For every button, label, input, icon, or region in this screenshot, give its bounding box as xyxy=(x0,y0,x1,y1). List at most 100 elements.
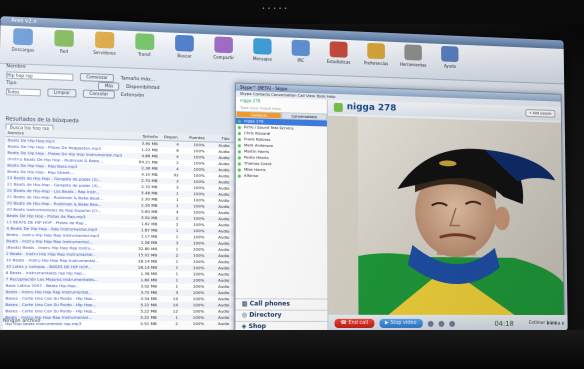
online-status-icon xyxy=(237,131,241,135)
phone-icon: ▦ xyxy=(241,300,250,308)
contact-list: nigga 278 Echo / Sound Test Service Chris … xyxy=(235,117,327,181)
toolbar-button-9[interactable]: Preferencias xyxy=(361,42,391,67)
cell-av: 2 xyxy=(175,320,178,327)
toolbar-label: Preferencias xyxy=(364,60,389,67)
laptop-screen: Ares v2.x Descargas Red Servidores Transf. B… xyxy=(0,16,568,332)
cell-q: 100% xyxy=(192,320,205,327)
col-size[interactable]: Tamaño xyxy=(126,132,158,140)
toolbar-button-8[interactable]: Estadísticas xyxy=(324,41,354,65)
toolbar-button-1[interactable]: Red xyxy=(48,29,80,54)
hangup-icon: ☎ xyxy=(340,319,349,326)
call-timer: 04:18 xyxy=(494,319,514,328)
call-contact-name: nigga 278 xyxy=(346,102,397,114)
network-icon xyxy=(54,29,74,47)
directory-link[interactable]: ◎ Directory xyxy=(235,309,328,321)
online-status-icon xyxy=(237,137,241,141)
toolbar-label: Transf. xyxy=(137,51,152,58)
contact-name: Alfonso xyxy=(243,172,259,179)
contact-name: Frank Rotoros xyxy=(243,136,271,142)
dialpad-icon[interactable] xyxy=(448,320,455,327)
contact-name: Pedro Hilario xyxy=(243,154,269,161)
search-option-2: Disponibilidad xyxy=(126,84,160,91)
toolbar-label: Buscar xyxy=(177,53,192,59)
search-name-label: Nombre xyxy=(6,63,26,70)
messages-icon xyxy=(253,38,272,55)
help-icon xyxy=(441,45,459,63)
col-availability[interactable]: Dispon. xyxy=(158,133,179,141)
stop-video-label: Stop video xyxy=(390,319,417,326)
skype-sidebar: nigga 278 Type your mood here Contacts C… xyxy=(235,96,329,332)
online-status-icon xyxy=(237,174,241,178)
stats-icon xyxy=(329,41,348,58)
toolbar-label: Descargas xyxy=(11,46,35,53)
cell-size: 5.51 MB xyxy=(140,320,157,327)
contact-name: Martin Harris xyxy=(243,148,270,155)
toolbar-label: Estadísticas xyxy=(326,58,351,65)
webcam-label: • • • • • xyxy=(262,6,288,12)
search-option-3: Extensión xyxy=(120,92,145,99)
download-icon xyxy=(13,28,33,46)
transfer-icon xyxy=(135,33,155,51)
toolbar-button-4[interactable]: Buscar xyxy=(169,34,200,59)
toolbar-button-7[interactable]: IRC xyxy=(286,39,316,63)
toolbar-label: Herramientas xyxy=(399,61,427,68)
toolbar-label: Red xyxy=(59,48,69,54)
add-people-button[interactable]: + Add people xyxy=(524,109,556,118)
call-panel: nigga 278 + Add people ☎ End call ▶ Stop… xyxy=(327,99,568,332)
irc-icon xyxy=(291,39,310,57)
search-cancel-button[interactable]: Cancelar xyxy=(82,89,115,99)
contact-item[interactable]: Alfonso xyxy=(236,173,327,181)
stop-video-button[interactable]: ▶ Stop video xyxy=(378,318,423,328)
tools-icon xyxy=(404,44,422,61)
toolbar-button-2[interactable]: Servidores xyxy=(89,31,121,56)
online-status-icon xyxy=(237,143,241,147)
results-table: Nombre Tamaño Dispon. Puentes Tipo Beats… xyxy=(2,128,234,330)
contact-name: Mark Anderson xyxy=(243,142,274,149)
toolbar-button-10[interactable]: Herramientas xyxy=(399,44,428,68)
video-feed xyxy=(327,115,564,316)
status-bar-right: Estimar búsq. xyxy=(528,320,559,326)
mute-icon[interactable] xyxy=(427,320,434,327)
photo-scene: • • • • • Ares v2.x Descargas Red Servidor… xyxy=(0,0,584,369)
contact-name: Mike Harris xyxy=(243,166,266,173)
search-icon xyxy=(175,34,194,52)
online-status-icon xyxy=(237,149,241,153)
skype-links: ▦ Call phones ◎ Directory ◈ Shop xyxy=(235,298,328,332)
col-sources[interactable]: Puentes xyxy=(179,133,205,141)
toolbar-button-5[interactable]: Compartir xyxy=(208,36,239,60)
toolbar-button-3[interactable]: Transf. xyxy=(129,33,161,58)
col-type[interactable]: Tipo xyxy=(205,134,230,142)
toolbar-button-11[interactable]: Ayuda xyxy=(435,45,464,70)
search-start-button[interactable]: Comenzar xyxy=(79,72,115,83)
online-status-icon xyxy=(237,161,241,166)
search-type-label: Tipo xyxy=(6,80,17,86)
call-phones-link[interactable]: ▦ Call phones xyxy=(235,298,328,310)
share-icon xyxy=(214,36,233,54)
laptop-bezel-bottom xyxy=(0,330,584,369)
online-status-icon xyxy=(237,119,241,123)
video-frame-image xyxy=(327,115,564,316)
cell-type: Audio xyxy=(217,320,230,327)
toolbar-label: Servidores xyxy=(93,49,116,56)
skype-window: Skype™ [BETA] - Skype Skype Contacts Con… xyxy=(234,82,568,332)
online-status-icon xyxy=(237,167,241,172)
search-clear-button[interactable]: Limpiar xyxy=(47,88,77,98)
end-call-button[interactable]: ☎ End call xyxy=(334,318,375,329)
call-phones-label: Call phones xyxy=(249,300,290,308)
toolbar-button-0[interactable]: Descargas xyxy=(7,28,40,53)
hold-icon[interactable] xyxy=(438,320,444,327)
search-option-1: Tamaño más... xyxy=(120,75,156,83)
search-type-select[interactable]: Todos xyxy=(5,87,41,96)
directory-label: Directory xyxy=(249,311,282,319)
contact-avatar-icon xyxy=(333,102,343,112)
contact-name: Thomas Grant xyxy=(243,160,272,167)
toolbar-button-6[interactable]: Mensajes xyxy=(247,38,277,62)
contact-name: Chris Rizzardi xyxy=(243,130,271,136)
servers-icon xyxy=(95,31,115,49)
prefs-icon xyxy=(367,42,385,60)
toolbar-label: Ayuda xyxy=(443,63,456,69)
contact-name: nigga 278 xyxy=(244,118,264,124)
toolbar-label: Compartir xyxy=(213,54,234,61)
status-bar-left: Ningún archivo xyxy=(2,318,41,325)
toolbar-label: Mensajes xyxy=(252,56,272,62)
